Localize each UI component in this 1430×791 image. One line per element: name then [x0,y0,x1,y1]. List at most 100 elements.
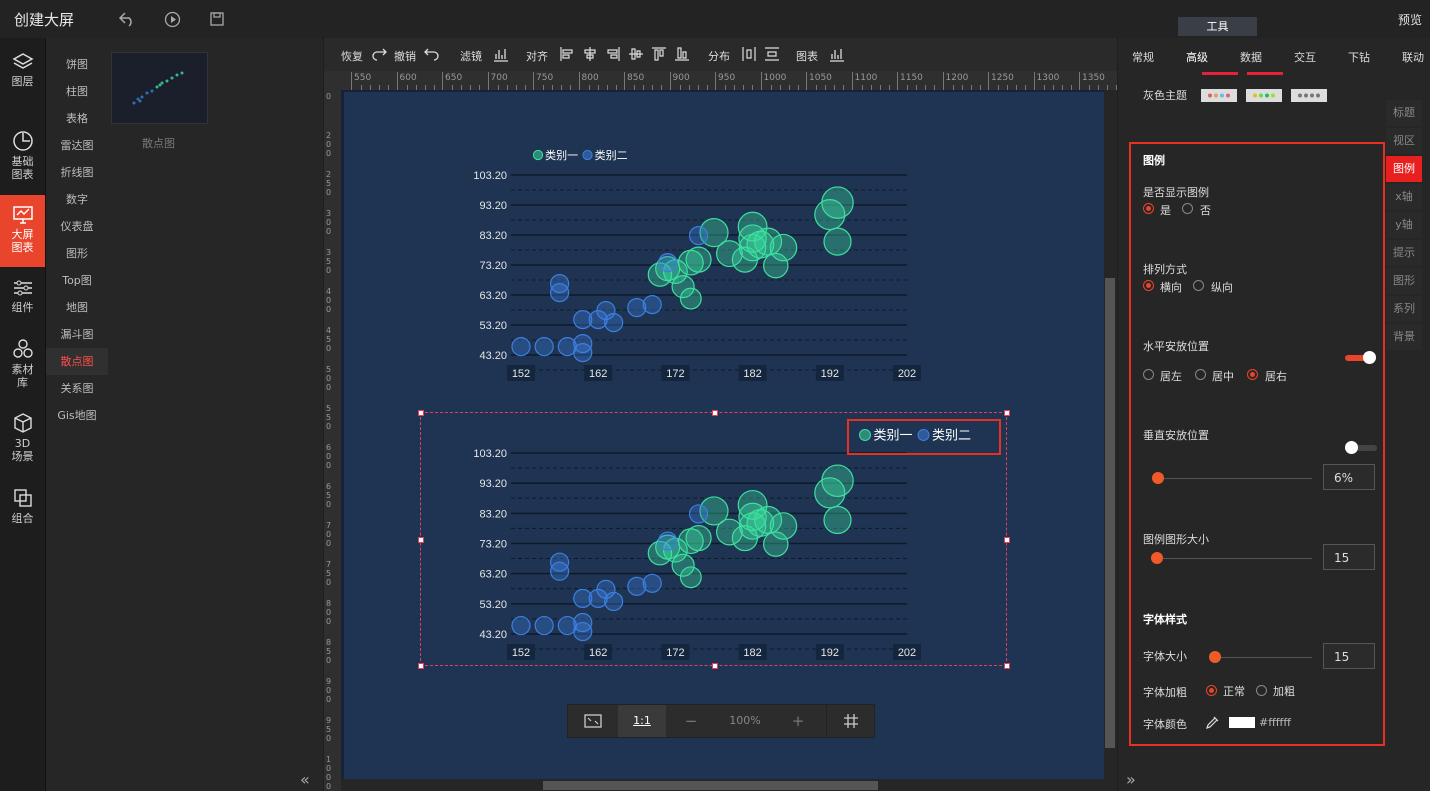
theme-swatch-2[interactable] [1246,89,1282,102]
vpos-input[interactable]: 6% [1323,464,1375,490]
align-left-icon[interactable] [559,46,575,62]
side-tab-title[interactable]: 标题 [1386,100,1422,126]
resize-handle[interactable] [418,663,424,669]
save-icon[interactable] [208,10,226,28]
align-right-icon[interactable] [605,46,621,62]
align-center-h-icon[interactable] [582,46,598,62]
tab-advanced[interactable]: 高级 [1186,49,1208,65]
vpos-toggle-knob[interactable] [1345,441,1358,454]
category-item[interactable]: 关系图 [46,375,108,402]
weight-normal-radio[interactable] [1206,685,1217,696]
rail-assets[interactable]: 素材 库 [0,338,45,389]
back-icon[interactable] [118,10,136,28]
distribute-h-icon[interactable] [741,46,757,62]
redo-button[interactable]: 恢复 [341,48,363,64]
orient-horizontal-radio[interactable] [1143,280,1154,291]
side-tab-shape[interactable]: 图形 [1386,268,1422,294]
align-button[interactable]: 对齐 [526,48,548,64]
font-size-input[interactable]: 15 [1323,643,1375,669]
distribute-button[interactable]: 分布 [708,48,730,64]
font-size-slider-track[interactable] [1210,657,1312,658]
category-item[interactable]: Top图 [46,267,108,294]
align-top-icon[interactable] [651,46,667,62]
resize-handle[interactable] [418,537,424,543]
size-slider-knob[interactable] [1151,552,1163,564]
filter-button[interactable]: 滤镜 [460,48,482,64]
preview-button[interactable]: 预览 [1398,11,1422,28]
rail-screen-charts[interactable]: 大屏 图表 [0,195,45,267]
horizontal-scroll-thumb[interactable] [543,781,878,790]
align-middle-icon[interactable] [628,46,644,62]
align-bottom-icon[interactable] [674,46,690,62]
filter-chart-icon[interactable] [493,46,509,62]
rail-3d-scene[interactable]: 3D 场景 [0,412,45,463]
category-item[interactable]: 饼图 [46,51,108,78]
eyedropper-icon[interactable] [1205,715,1220,730]
side-tab-yaxis[interactable]: y轴 [1386,212,1422,238]
category-item[interactable]: 表格 [46,105,108,132]
category-item[interactable]: 地图 [46,294,108,321]
side-tab-background[interactable]: 背景 [1386,324,1422,350]
category-item[interactable]: 雷达图 [46,132,108,159]
size-input[interactable]: 15 [1323,544,1375,570]
size-slider-track[interactable] [1152,558,1312,559]
category-item-active[interactable]: 散点图 [46,348,108,375]
fit-screen-button[interactable] [568,705,618,737]
scatter-chart-top[interactable]: 103.20 93.20 83.20 73.20 63.20 53.20 43.20 152 1… [344,140,1104,390]
side-tab-viewport[interactable]: 视区 [1386,128,1422,154]
category-item[interactable]: 数字 [46,186,108,213]
theme-swatch-3[interactable] [1291,89,1327,102]
side-tab-series[interactable]: 系列 [1386,296,1422,322]
show-no-radio[interactable] [1182,203,1193,214]
undo-button[interactable]: 撤销 [394,48,416,64]
distribute-v-icon[interactable] [764,46,780,62]
rail-layers[interactable]: 图层 [0,52,45,88]
resize-handle[interactable] [418,410,424,416]
ratio-1-1-button[interactable]: 1:1 [618,705,666,737]
hpos-left-radio[interactable] [1143,369,1154,380]
side-tab-xaxis[interactable]: x轴 [1386,184,1422,210]
collapse-left-icon[interactable]: « [300,770,310,789]
resize-handle[interactable] [712,663,718,669]
chart-icon[interactable] [829,46,845,62]
tab-interaction[interactable]: 交互 [1294,49,1316,65]
font-color-swatch[interactable] [1229,717,1255,728]
hpos-center-radio[interactable] [1195,369,1206,380]
tab-data[interactable]: 数据 [1240,49,1262,65]
collapse-right-icon[interactable]: » [1126,770,1136,789]
vertical-scroll-thumb[interactable] [1105,278,1115,748]
grid-button[interactable] [826,705,875,737]
side-tab-tooltip[interactable]: 提示 [1386,240,1422,266]
resize-handle[interactable] [712,410,718,416]
category-item[interactable]: Gis地图 [46,402,108,429]
category-item[interactable]: 柱图 [46,78,108,105]
tab-linkage[interactable]: 联动 [1402,49,1424,65]
rail-basic-charts[interactable]: 基础 图表 [0,130,45,181]
resize-handle[interactable] [1004,537,1010,543]
vpos-slider-knob[interactable] [1152,472,1164,484]
vpos-slider-track[interactable] [1152,478,1312,479]
chart-button[interactable]: 图表 [796,48,818,64]
theme-swatch-1[interactable] [1201,89,1237,102]
category-item[interactable]: 折线图 [46,159,108,186]
category-item[interactable]: 图形 [46,240,108,267]
redo-icon[interactable] [371,46,387,62]
tab-drilldown[interactable]: 下钻 [1348,49,1370,65]
undo-icon[interactable] [424,46,440,62]
orient-vertical-radio[interactable] [1193,280,1204,291]
weight-bold-radio[interactable] [1256,685,1267,696]
scatter-thumbnail[interactable] [111,52,208,124]
zoom-in-button[interactable]: + [783,705,813,737]
show-yes-radio[interactable] [1143,203,1154,214]
rail-components[interactable]: 组件 [0,278,45,314]
category-item[interactable]: 仪表盘 [46,213,108,240]
play-icon[interactable] [163,10,181,28]
resize-handle[interactable] [1004,410,1010,416]
resize-handle[interactable] [1004,663,1010,669]
category-item[interactable]: 漏斗图 [46,321,108,348]
side-tab-legend[interactable]: 图例 [1386,156,1422,182]
rail-combine[interactable]: 组合 [0,487,45,525]
tool-tab[interactable]: 工具 [1178,17,1257,36]
tab-general[interactable]: 常规 [1132,49,1154,65]
hpos-toggle-knob[interactable] [1363,351,1376,364]
